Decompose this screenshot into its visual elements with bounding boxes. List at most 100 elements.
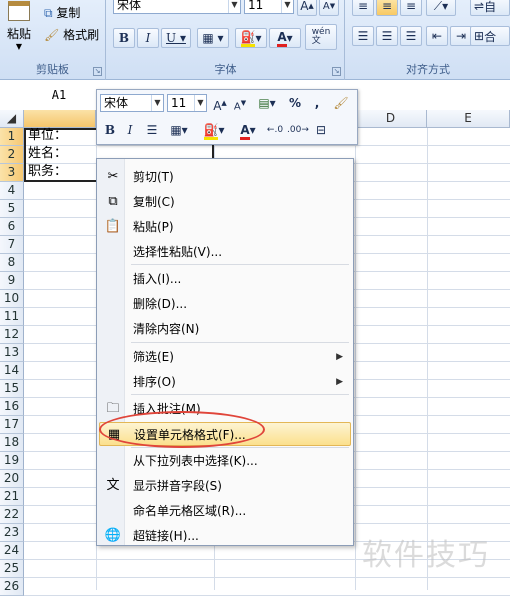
row-header[interactable]: 19 [0, 452, 24, 470]
row-header[interactable]: 9 [0, 272, 24, 290]
increase-decimal-button[interactable]: ←.0 [265, 120, 285, 140]
mini-font-size-combo[interactable]: 11 ▼ [167, 94, 207, 112]
align-right-button[interactable]: ☰ [400, 26, 422, 46]
align-top-button[interactable]: ≡ [352, 0, 374, 16]
row-header[interactable]: 25 [0, 560, 24, 578]
font-color-button[interactable]: A▾ [233, 120, 263, 140]
orientation-button[interactable]: ⟋▾ [426, 0, 456, 16]
row-header[interactable]: 12 [0, 326, 24, 344]
merge-center-button[interactable]: ⊟ [311, 120, 331, 140]
font-name-combo[interactable]: 宋体 ▼ [113, 0, 241, 14]
fill-color-button[interactable]: ⛽▾ [235, 28, 267, 48]
chevron-down-icon[interactable]: ▼ [194, 95, 206, 111]
grow-font-button[interactable]: A▲ [297, 0, 317, 16]
row-header[interactable]: 23 [0, 524, 24, 542]
row-header[interactable]: 2 [0, 146, 24, 164]
paste-button[interactable]: 粘贴 ▼ [2, 0, 36, 56]
menu-item[interactable]: 🌐 超链接(H)... [99, 524, 351, 548]
wrap-text-button[interactable]: ⇌ 自 [470, 0, 510, 16]
italic-button[interactable]: I [121, 120, 139, 140]
fill-color-button[interactable]: ⛽▾ [199, 120, 229, 140]
column-header-d[interactable]: D [355, 110, 427, 128]
shrink-font-button[interactable]: A▼ [231, 93, 249, 113]
row-header[interactable]: 20 [0, 470, 24, 488]
row-header[interactable]: 18 [0, 434, 24, 452]
font-size-combo[interactable]: 11 ▼ [244, 0, 294, 14]
row-header[interactable]: 7 [0, 236, 24, 254]
clipboard-group: 粘贴 ▼ ⧉ 复制 🖌 格式刷 剪贴板 ↘ [0, 0, 106, 80]
comma-button[interactable]: , [309, 93, 325, 113]
chevron-down-icon[interactable]: ▼ [151, 95, 163, 111]
menu-item-label: 粘贴(P) [133, 220, 174, 234]
increase-indent-button[interactable]: ⇥ [450, 26, 472, 46]
bold-button[interactable]: B [113, 28, 135, 48]
row-header[interactable]: 1 [0, 128, 24, 146]
cell-a1[interactable]: 单位： [28, 127, 67, 145]
borders-button[interactable]: ▦▾ [165, 120, 193, 140]
menu-item[interactable]: ⧉ 复制(C) [99, 190, 351, 214]
cell-a2[interactable]: 姓名： [28, 145, 67, 163]
format-painter-button[interactable]: 🖌 格式刷 [44, 26, 99, 44]
shrink-font-button[interactable]: A▼ [319, 0, 339, 16]
row-header[interactable]: 14 [0, 362, 24, 380]
row-header[interactable]: 26 [0, 578, 24, 596]
row-header[interactable]: 15 [0, 380, 24, 398]
menu-item[interactable]: 选择性粘贴(V)... [99, 240, 351, 264]
font-color-button[interactable]: A▾ [269, 28, 301, 48]
row-header[interactable]: 17 [0, 416, 24, 434]
underline-button[interactable]: U ▾ [161, 28, 191, 48]
row-header[interactable]: 8 [0, 254, 24, 272]
menu-item[interactable]: 从下拉列表中选择(K)... [99, 449, 351, 473]
row-header[interactable]: 3 [0, 164, 24, 182]
menu-item[interactable]: 插入(I)... [99, 267, 351, 291]
row-header[interactable]: 13 [0, 344, 24, 362]
menu-item[interactable]: 📋 粘贴(P) [99, 215, 351, 239]
select-all-corner[interactable]: ◢ [0, 110, 24, 128]
column-header-e[interactable]: E [427, 110, 510, 128]
font-color-icon: A [277, 30, 287, 47]
menu-item[interactable]: 清除内容(N) [99, 317, 351, 341]
mini-toolbar: 宋体 ▼ 11 ▼ A▲ A▼ ▤▾ % , 🖌 B I ☰ ▦▾ ⛽▾ A▾ … [96, 89, 358, 145]
font-name-value: 宋体 [117, 0, 142, 12]
bold-button[interactable]: B [101, 120, 119, 140]
clipboard-group-label: 剪贴板 [36, 63, 69, 76]
row-header[interactable]: 21 [0, 488, 24, 506]
align-bottom-button[interactable]: ≡ [400, 0, 422, 16]
menu-item[interactable]: 删除(D)... [99, 292, 351, 316]
menu-item[interactable]: 文显示拼音字段(S) [99, 474, 351, 498]
italic-button[interactable]: I [137, 28, 159, 48]
menu-item[interactable]: 命名单元格区域(R)... [99, 499, 351, 523]
row-header[interactable]: 16 [0, 398, 24, 416]
align-left-button[interactable]: ☰ [352, 26, 374, 46]
decrease-indent-button[interactable]: ⇤ [426, 26, 448, 46]
row-header[interactable]: 22 [0, 506, 24, 524]
decrease-decimal-button[interactable]: .00→ [287, 120, 309, 140]
copy-button[interactable]: ⧉ 复制 [44, 4, 80, 22]
row-header[interactable]: 24 [0, 542, 24, 560]
align-middle-button[interactable]: ≡ [376, 0, 398, 16]
row-header[interactable]: 6 [0, 218, 24, 236]
borders-button[interactable]: ▦ ▾ [197, 28, 229, 48]
menu-item[interactable]: 排序(O) ▶ [99, 370, 351, 394]
column-header-a[interactable] [24, 110, 96, 128]
row-header[interactable]: 4 [0, 182, 24, 200]
chevron-down-icon[interactable]: ▼ [281, 0, 293, 13]
percent-button[interactable]: % [287, 93, 303, 113]
grow-font-button[interactable]: A▲ [211, 93, 229, 113]
phonetic-button[interactable]: wén 文 [305, 24, 337, 50]
row-header[interactable]: 10 [0, 290, 24, 308]
format-painter-button[interactable]: 🖌 [331, 93, 351, 113]
accounting-format-button[interactable]: ▤▾ [253, 93, 281, 113]
merge-cells-button[interactable]: ⊞ 合 [470, 26, 510, 46]
chevron-down-icon[interactable]: ▼ [228, 0, 240, 13]
menu-item[interactable]: ✂ 剪切(T) [99, 165, 351, 189]
row-header[interactable]: 5 [0, 200, 24, 218]
menu-item[interactable]: 筛选(E) ▶ [99, 345, 351, 369]
mini-font-name-combo[interactable]: 宋体 ▼ [100, 94, 164, 112]
row-header[interactable]: 11 [0, 308, 24, 326]
cell-a3[interactable]: 职务： [28, 163, 67, 181]
dialog-launcher-icon[interactable]: ↘ [332, 67, 341, 76]
align-center-button[interactable]: ☰ [376, 26, 398, 46]
center-button[interactable]: ☰ [143, 120, 161, 140]
dialog-launcher-icon[interactable]: ↘ [93, 67, 102, 76]
